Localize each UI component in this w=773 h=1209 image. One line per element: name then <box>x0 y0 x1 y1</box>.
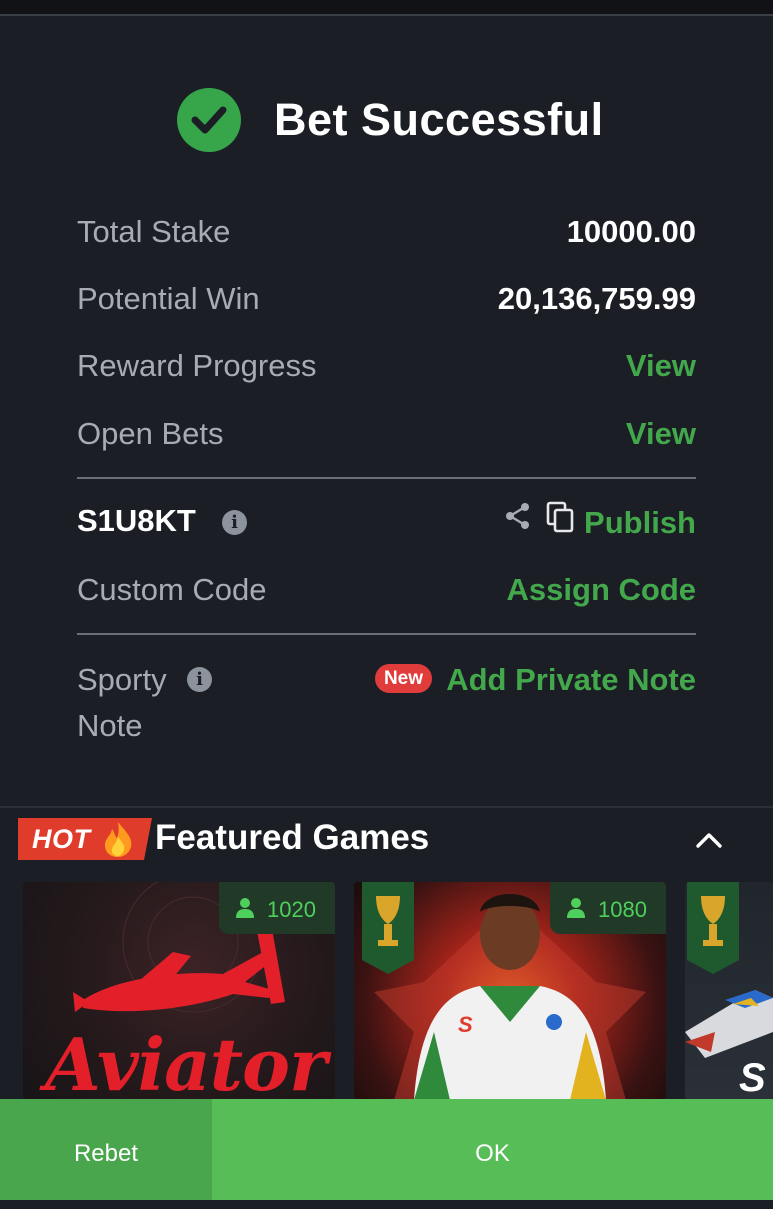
top-status-strip <box>0 0 773 14</box>
open-bets-label: Open Bets <box>77 416 224 451</box>
section-divider <box>0 806 773 808</box>
info-icon[interactable]: i <box>187 667 212 692</box>
trophy-banner-icon <box>362 882 414 974</box>
info-icon[interactable]: i <box>222 510 247 535</box>
total-stake-value: 10000.00 <box>566 214 696 249</box>
custom-code-label: Custom Code <box>77 572 267 607</box>
assign-code-link[interactable]: Assign Code <box>507 572 696 608</box>
booking-code: S1U8KT <box>77 503 196 538</box>
chevron-up-icon[interactable] <box>694 826 724 861</box>
booking-code-row: S1U8KT i Publish <box>77 497 696 547</box>
potential-win-value: 20,136,759.99 <box>497 281 696 316</box>
success-header: Bet Successful <box>0 86 773 152</box>
aviator-logo-text: Aviator <box>45 1022 327 1100</box>
hot-tag: HOT <box>18 818 152 860</box>
add-private-note-link[interactable]: Add Private Note <box>446 662 696 698</box>
sporty-note-label-line2: Note <box>77 708 143 743</box>
players-count-badge: 1020 <box>219 882 335 934</box>
reward-progress-view-link[interactable]: View <box>626 348 696 384</box>
players-count: 1080 <box>598 897 647 922</box>
publish-link[interactable]: Publish <box>584 505 696 541</box>
players-count: 1020 <box>267 897 316 922</box>
game-logo-text: S <box>739 1056 766 1100</box>
total-stake-row: Total Stake 10000.00 <box>77 206 696 256</box>
divider <box>77 633 696 635</box>
potential-win-row: Potential Win 20,136,759.99 <box>77 273 696 323</box>
page-title: Bet Successful <box>274 94 604 145</box>
svg-text:S: S <box>458 1012 473 1037</box>
open-bets-view-link[interactable]: View <box>626 416 696 452</box>
person-icon <box>566 897 586 925</box>
hot-label: HOT <box>32 824 91 854</box>
sporty-note-label-line1: Sporty <box>77 662 167 697</box>
game-card-partial[interactable]: S <box>685 882 773 1100</box>
game-card-football[interactable]: S 1080 <box>354 882 666 1100</box>
new-badge: New <box>375 664 432 693</box>
total-stake-label: Total Stake <box>77 214 231 249</box>
check-icon <box>177 88 241 152</box>
reward-progress-label: Reward Progress <box>77 348 317 383</box>
custom-code-row: Custom Code Assign Code <box>77 564 696 614</box>
divider <box>77 477 696 479</box>
flame-icon <box>100 820 136 863</box>
top-divider <box>0 14 773 16</box>
potential-win-label: Potential Win <box>77 281 260 316</box>
share-icon[interactable] <box>504 501 532 536</box>
open-bets-row: Open Bets View <box>77 408 696 458</box>
game-card-aviator[interactable]: Aviator 1020 <box>23 882 335 1100</box>
featured-games-title: Featured Games <box>155 818 430 857</box>
players-count-badge: 1080 <box>550 882 666 934</box>
reward-progress-row: Reward Progress View <box>77 340 696 390</box>
ok-button[interactable]: OK <box>212 1099 773 1200</box>
rebet-button[interactable]: Rebet <box>0 1099 212 1200</box>
person-icon <box>235 897 255 925</box>
copy-icon[interactable] <box>546 501 574 538</box>
